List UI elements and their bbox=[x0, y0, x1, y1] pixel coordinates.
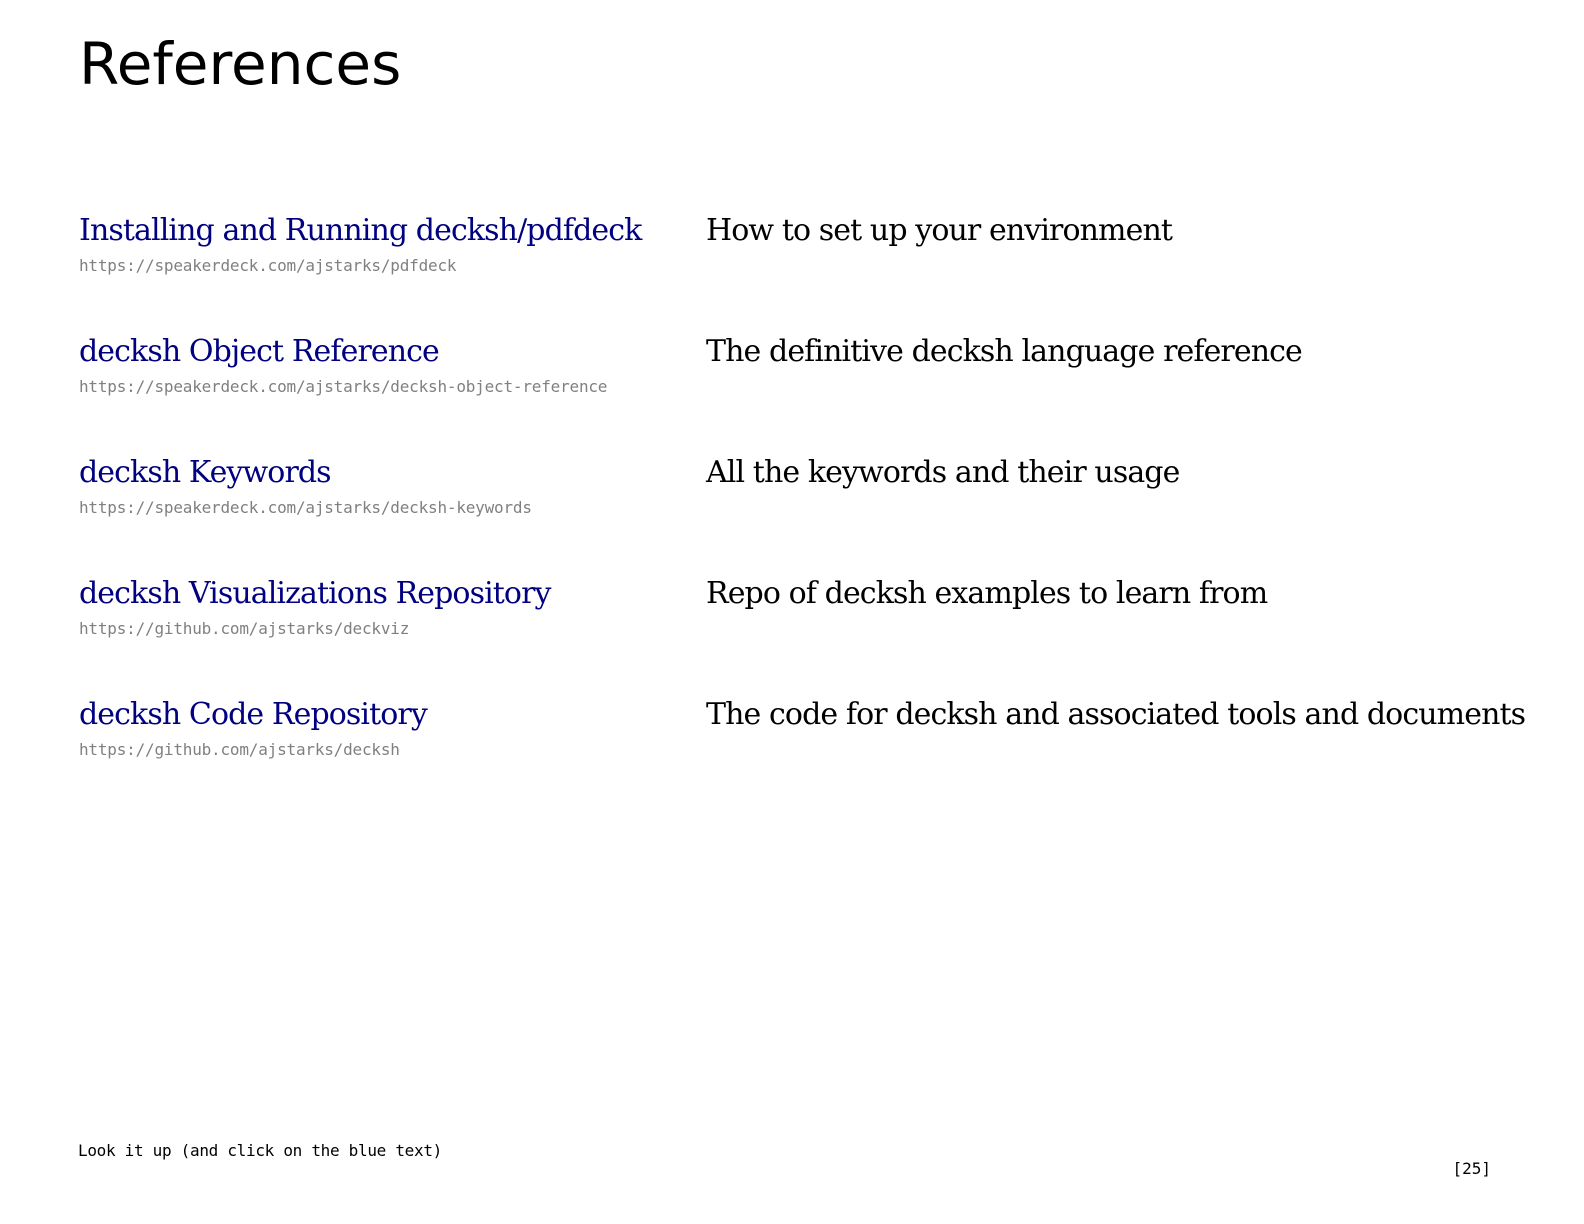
reference-description-object-reference: The definitive decksh language reference bbox=[706, 334, 1303, 369]
reference-description-keywords: All the keywords and their usage bbox=[706, 455, 1180, 490]
reference-link-visualizations-repo[interactable]: decksh Visualizations Repository bbox=[79, 573, 551, 615]
reference-description-visualizations-repo: Repo of decksh examples to learn from bbox=[706, 576, 1268, 611]
reference-url-keywords: https://speakerdeck.com/ajstarks/decksh-… bbox=[79, 498, 532, 517]
reference-item-visualizations-repo: decksh Visualizations Repository https:/… bbox=[79, 573, 1539, 653]
reference-description-pdfdeck: How to set up your environment bbox=[706, 213, 1173, 248]
reference-url-code-repo: https://github.com/ajstarks/decksh bbox=[79, 740, 400, 759]
reference-link-object-reference[interactable]: decksh Object Reference bbox=[79, 331, 440, 373]
reference-link-code-repo[interactable]: decksh Code Repository bbox=[79, 694, 428, 736]
reference-item-pdfdeck: Installing and Running decksh/pdfdeck ht… bbox=[79, 210, 1539, 290]
reference-item-object-reference: decksh Object Reference https://speakerd… bbox=[79, 331, 1539, 411]
reference-url-pdfdeck: https://speakerdeck.com/ajstarks/pdfdeck bbox=[79, 256, 457, 275]
reference-url-visualizations-repo: https://github.com/ajstarks/deckviz bbox=[79, 619, 410, 638]
reference-url-object-reference: https://speakerdeck.com/ajstarks/decksh-… bbox=[79, 377, 608, 396]
page-number: [25] bbox=[1452, 1159, 1491, 1178]
reference-link-pdfdeck[interactable]: Installing and Running decksh/pdfdeck bbox=[79, 210, 642, 252]
reference-link-keywords[interactable]: decksh Keywords bbox=[79, 452, 332, 494]
page-title: References bbox=[79, 30, 402, 98]
reference-item-keywords: decksh Keywords https://speakerdeck.com/… bbox=[79, 452, 1539, 532]
footer-note: Look it up (and click on the blue text) bbox=[78, 1141, 442, 1160]
reference-item-code-repo: decksh Code Repository https://github.co… bbox=[79, 694, 1539, 774]
reference-description-code-repo: The code for decksh and associated tools… bbox=[706, 697, 1526, 732]
